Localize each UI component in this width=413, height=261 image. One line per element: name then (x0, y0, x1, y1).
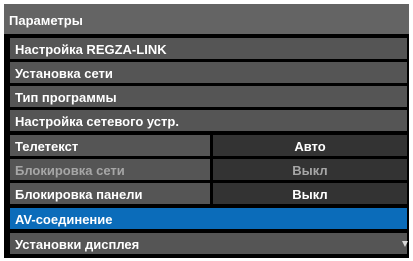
setting-row-network-lock: Блокировка сети Выкл (10, 159, 407, 180)
menu-item-label: Тип программы (15, 90, 117, 105)
menu-title: Параметры (4, 4, 409, 34)
menu-item-network-setup[interactable]: Установка сети (10, 62, 407, 83)
setting-label-cell: Телетекст (10, 135, 210, 156)
scroll-down-icon (402, 241, 408, 247)
setting-value-cell[interactable]: Авто (213, 135, 407, 156)
setting-value: Выкл (292, 163, 328, 178)
setting-value: Выкл (292, 187, 328, 202)
menu-item-label: Установка сети (15, 66, 113, 81)
setting-label: Телетекст (15, 139, 79, 154)
menu-item-regza-link-setup[interactable]: Настройка REGZA-LINK (10, 38, 407, 59)
setting-value-cell: Выкл (213, 159, 407, 180)
options-menu-panel: Параметры Настройка REGZA-LINK Установка… (4, 4, 409, 258)
menu-item-label: Установки дисплея (15, 237, 140, 252)
setting-label: Блокировка сети (15, 163, 125, 178)
menu-item-display-settings[interactable]: Установки дисплея (10, 233, 407, 254)
setting-value-cell[interactable]: Выкл (213, 183, 407, 204)
menu-item-label: AV-соединение (15, 212, 113, 227)
menu-item-program-type[interactable]: Тип программы (10, 86, 407, 107)
menu-item-label: Настройка REGZA-LINK (15, 42, 167, 57)
menu-item-av-connection[interactable]: AV-соединение (10, 208, 407, 229)
setting-value: Авто (294, 139, 326, 154)
menu-item-network-device-setup[interactable]: Настройка сетевого устр. (10, 110, 407, 131)
menu-item-label: Настройка сетевого устр. (15, 114, 179, 129)
setting-row-teletext[interactable]: Телетекст Авто (10, 135, 407, 156)
setting-label-cell: Блокировка сети (10, 159, 210, 180)
setting-label: Блокировка панели (15, 187, 143, 202)
setting-row-panel-lock[interactable]: Блокировка панели Выкл (10, 183, 407, 204)
setting-label-cell: Блокировка панели (10, 183, 210, 204)
